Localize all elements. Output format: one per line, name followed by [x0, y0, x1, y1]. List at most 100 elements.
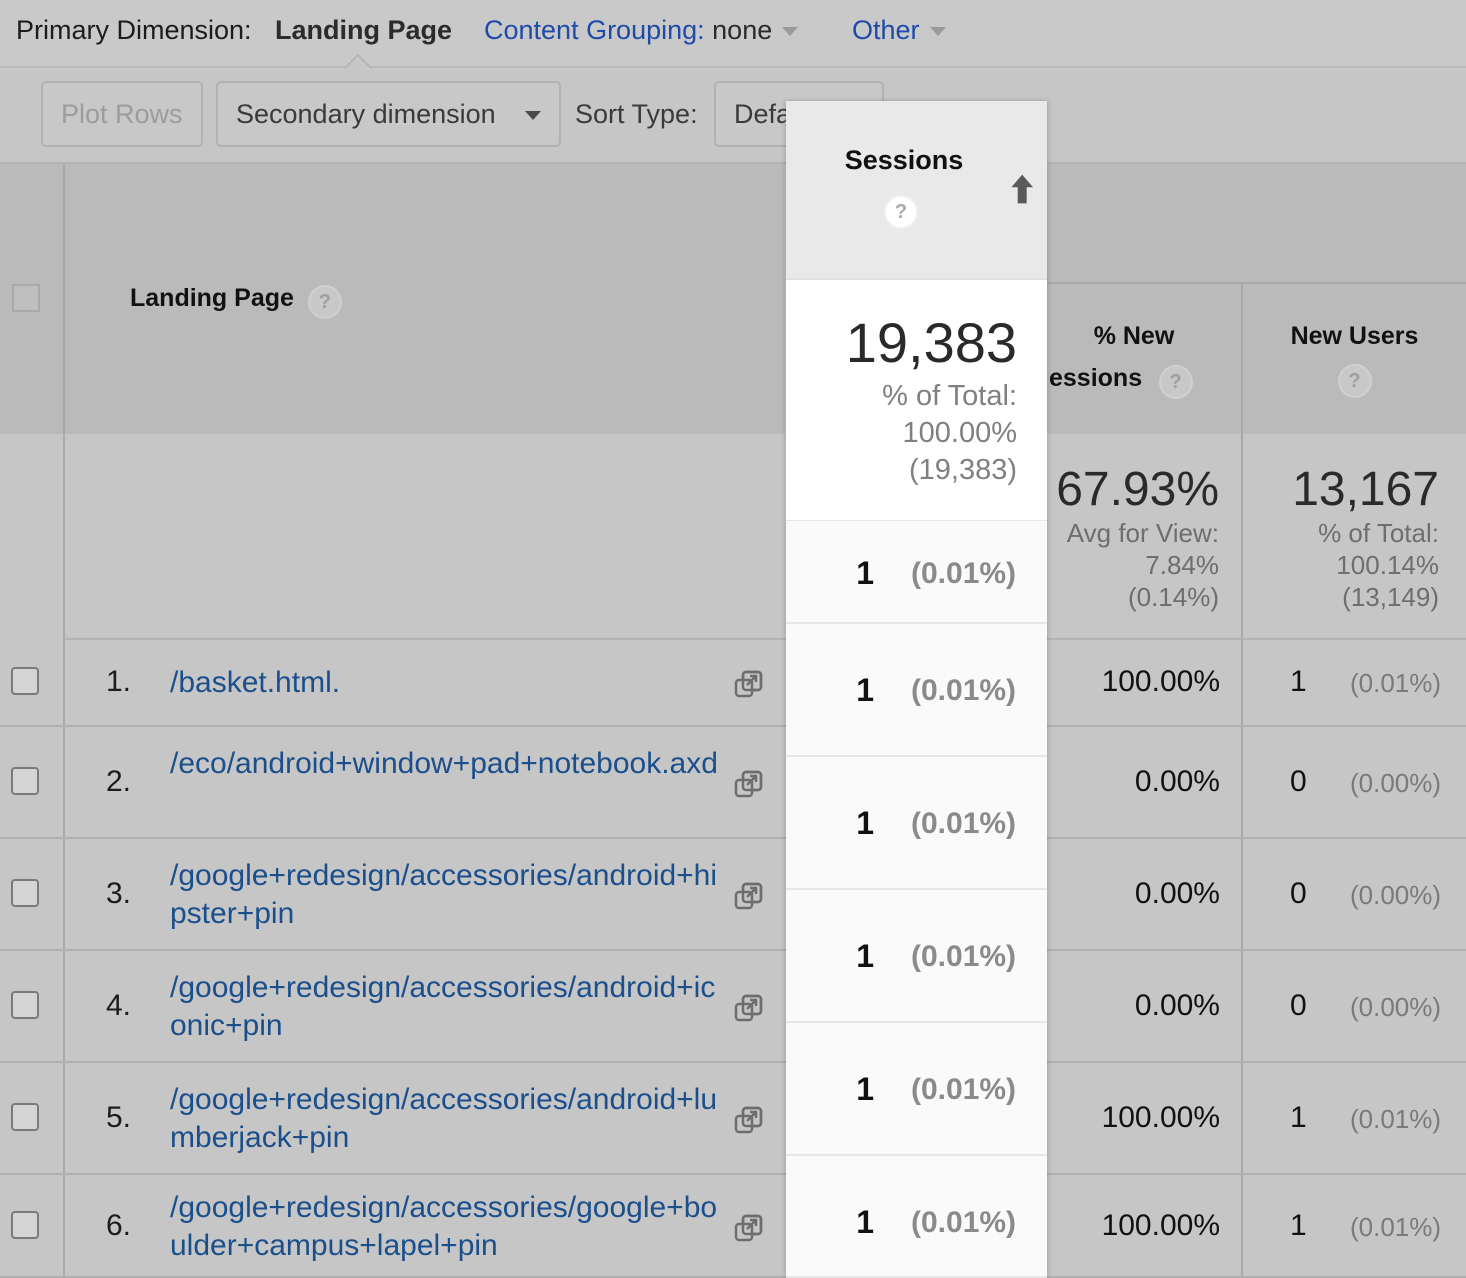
- landing-page-link[interactable]: /google+redesign/accessories/google+boul…: [170, 1189, 730, 1265]
- help-icon[interactable]: ?: [1337, 364, 1372, 398]
- pct-new-sessions-value: 100.00%: [1101, 1101, 1220, 1134]
- row-checkbox[interactable]: [11, 767, 39, 795]
- table-toolbar: Plot Rows Secondary dimension Sort Type:…: [0, 68, 1466, 164]
- caret-down-icon: [525, 111, 541, 120]
- total-pct-new-sessions-sub1: Avg for View:: [1066, 518, 1219, 548]
- row-checkbox[interactable]: [11, 879, 39, 907]
- row-index: 5.: [106, 1101, 132, 1134]
- pct-new-sessions-label-line1: % New: [1093, 322, 1175, 350]
- help-icon[interactable]: ?: [307, 284, 342, 319]
- row-index: 1.: [106, 665, 132, 698]
- total-new-users-sub1: % of Total:: [1318, 518, 1439, 548]
- primary-dimension-label: Primary Dimension:: [16, 15, 252, 45]
- new-users-pct: (0.01%): [1350, 1104, 1442, 1134]
- secondary-dimension-label: Secondary dimension: [236, 99, 496, 129]
- sessions-pct: (0.01%): [911, 940, 1017, 973]
- dimension-bar: Primary Dimension: Landing Page Content …: [0, 0, 1466, 68]
- external-link-icon[interactable]: [733, 769, 765, 801]
- pct-new-sessions-value: 0.00%: [1134, 765, 1220, 798]
- caret-down-icon: [929, 27, 946, 37]
- new-users-pct: (0.00%): [1350, 768, 1442, 798]
- header-sessions[interactable]: Sessions ?: [786, 101, 1047, 280]
- sessions-cell: 1 (0.01%): [786, 1156, 1047, 1278]
- sessions-value: 1: [856, 1204, 874, 1240]
- row-index: 4.: [106, 989, 132, 1022]
- row-checkbox[interactable]: [11, 991, 39, 1019]
- sessions-value: 1: [856, 805, 874, 841]
- header-acquisition-group: [1047, 164, 1466, 284]
- row-checkbox[interactable]: [11, 1210, 39, 1239]
- sessions-column-highlight: Sessions ? 19,383 % of Total: 100.00% (1…: [786, 101, 1047, 1278]
- row-checkbox[interactable]: [11, 1103, 39, 1131]
- totals-row: 67.93% Avg for View: 7.84% (0.14%) 13,16…: [65, 436, 1466, 640]
- sessions-value: 1: [856, 555, 874, 591]
- other-dimension-dropdown[interactable]: Other: [852, 15, 946, 46]
- other-label: Other: [852, 15, 920, 45]
- total-pct-new-sessions-sub2: 7.84% (0.14%): [1127, 550, 1219, 612]
- row-index: 3.: [106, 877, 132, 910]
- sort-type-label: Sort Type:: [575, 99, 698, 129]
- landing-page-link[interactable]: /google+redesign/accessories/android+hip…: [170, 857, 730, 933]
- active-dimension-indicator: [344, 54, 372, 68]
- content-grouping-dropdown[interactable]: Content Grouping: none: [484, 15, 799, 46]
- new-users-pct: (0.00%): [1350, 992, 1442, 1022]
- sessions-cell: 1 (0.01%): [786, 757, 1047, 890]
- total-sessions-sub2: 100.00%: [902, 417, 1018, 449]
- sessions-pct: (0.01%): [911, 1073, 1017, 1106]
- sessions-pct: (0.01%): [911, 807, 1017, 840]
- external-link-icon[interactable]: [733, 993, 765, 1025]
- table-row: 6. /google+redesign/accessories/google+bo…: [0, 1175, 1466, 1278]
- new-users-pct: (0.01%): [1350, 668, 1442, 698]
- sessions-value: 1: [856, 672, 874, 708]
- landing-page-link[interactable]: /basket.html.: [170, 664, 730, 702]
- landing-page-link[interactable]: /eco/android+window+pad+notebook.axd: [170, 745, 730, 783]
- new-users-pct: (0.00%): [1350, 880, 1442, 910]
- external-link-icon[interactable]: [733, 1105, 765, 1137]
- external-link-icon[interactable]: [733, 1213, 765, 1245]
- plot-rows-button[interactable]: Plot Rows: [41, 81, 203, 147]
- sessions-cell: 1 (0.01%): [786, 624, 1047, 757]
- pct-new-sessions-value: 0.00%: [1134, 989, 1220, 1022]
- help-icon[interactable]: ?: [884, 195, 918, 229]
- sessions-pct: (0.01%): [911, 674, 1017, 707]
- help-icon[interactable]: ?: [1158, 364, 1193, 399]
- new-users-value: 0: [1290, 877, 1307, 910]
- secondary-dimension-dropdown[interactable]: Secondary dimension: [216, 81, 561, 147]
- sessions-pct: (0.01%): [911, 557, 1017, 590]
- new-users-value: 0: [1290, 989, 1307, 1022]
- total-sessions-value: 19,383: [845, 311, 1017, 374]
- sessions-header-label[interactable]: Sessions: [786, 145, 1022, 176]
- caret-down-icon: [782, 27, 799, 37]
- table-row: 2. /eco/android+window+pad+notebook.axd 0.…: [0, 727, 1466, 839]
- row-index: 6.: [106, 1208, 132, 1242]
- new-users-help-wrap: ?: [1243, 364, 1466, 398]
- header-new-users[interactable]: New Users ?: [1243, 284, 1466, 434]
- external-link-icon[interactable]: [733, 669, 765, 701]
- header-landing-page[interactable]: Landing Page?: [65, 164, 785, 434]
- pct-new-sessions-value: 100.00%: [1101, 665, 1220, 698]
- sessions-pct: (0.01%): [911, 1206, 1017, 1239]
- total-pct-new-sessions: 67.93% Avg for View: 7.84% (0.14%): [1049, 462, 1219, 613]
- data-table: Landing Page? % New essions ? New Users …: [0, 164, 1466, 1278]
- external-link-icon[interactable]: [733, 881, 765, 913]
- landing-page-link[interactable]: /google+redesign/accessories/android+ico…: [170, 969, 730, 1045]
- row-index: 2.: [106, 765, 132, 798]
- total-sessions: 19,383 % of Total: 100.00% (19,383): [786, 280, 1047, 522]
- sessions-cell: 1 (0.01%): [786, 521, 1047, 624]
- pct-new-sessions-value: 0.00%: [1134, 877, 1220, 910]
- arrow-up-icon[interactable]: [1006, 171, 1038, 211]
- pct-new-sessions-label-line2-wrap: essions ?: [1049, 364, 1243, 399]
- content-grouping-value: none: [712, 15, 773, 45]
- new-users-value: 0: [1290, 765, 1307, 798]
- total-sessions-sub3: (19,383): [908, 454, 1017, 486]
- row-checkbox[interactable]: [11, 667, 39, 695]
- table-row: 4. /google+redesign/accessories/android+i…: [0, 951, 1466, 1063]
- content-grouping-label: Content Grouping:: [484, 15, 705, 45]
- primary-dimension-landing-page[interactable]: Landing Page: [275, 15, 452, 46]
- total-new-users-sub2: 100.14%: [1336, 550, 1439, 580]
- landing-page-link[interactable]: /google+redesign/accessories/android+lum…: [170, 1081, 730, 1157]
- sessions-cell: 1 (0.01%): [786, 1023, 1047, 1156]
- header-pct-new-sessions[interactable]: % New essions ?: [1047, 284, 1243, 434]
- pct-new-sessions-label-line2: essions: [1049, 364, 1143, 392]
- total-new-users-value: 13,167: [1292, 463, 1439, 516]
